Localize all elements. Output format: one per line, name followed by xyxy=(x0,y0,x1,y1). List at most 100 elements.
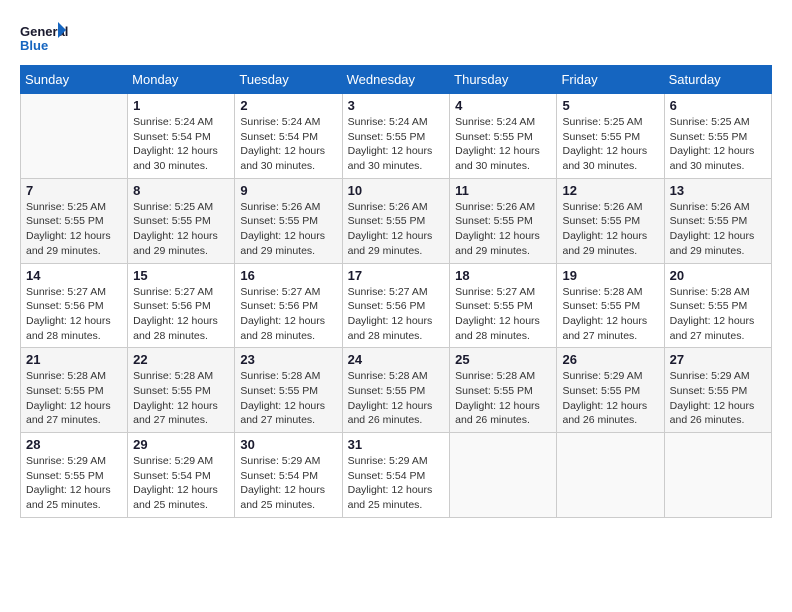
day-number: 31 xyxy=(348,437,445,452)
day-of-week-friday: Friday xyxy=(557,66,664,94)
calendar-cell: 4 Sunrise: 5:24 AMSunset: 5:55 PMDaylight… xyxy=(450,94,557,179)
calendar-cell: 7 Sunrise: 5:25 AMSunset: 5:55 PMDaylight… xyxy=(21,178,128,263)
day-number: 25 xyxy=(455,352,551,367)
day-info: Sunrise: 5:24 AMSunset: 5:55 PMDaylight:… xyxy=(455,115,551,174)
logo: GeneralBlue xyxy=(20,20,70,55)
day-number: 26 xyxy=(562,352,658,367)
calendar-cell: 6 Sunrise: 5:25 AMSunset: 5:55 PMDaylight… xyxy=(664,94,771,179)
day-number: 1 xyxy=(133,98,229,113)
day-number: 10 xyxy=(348,183,445,198)
calendar-cell: 16Sunrise: 5:27 AMSunset: 5:56 PMDayligh… xyxy=(235,263,342,348)
day-number: 6 xyxy=(670,98,766,113)
days-of-week-row: SundayMondayTuesdayWednesdayThursdayFrid… xyxy=(21,66,772,94)
calendar-cell: 12 Sunrise: 5:26 AMSunset: 5:55 PMDayligh… xyxy=(557,178,664,263)
day-info: Sunrise: 5:27 AMSunset: 5:55 PMDaylight:… xyxy=(455,285,551,344)
day-of-week-wednesday: Wednesday xyxy=(342,66,450,94)
day-info: Sunrise: 5:26 AMSunset: 5:55 PMDaylight:… xyxy=(562,200,658,259)
day-of-week-monday: Monday xyxy=(128,66,235,94)
day-info: Sunrise: 5:28 AMSunset: 5:55 PMDaylight:… xyxy=(348,369,445,428)
day-info: Sunrise: 5:25 AMSunset: 5:55 PMDaylight:… xyxy=(133,200,229,259)
day-number: 15 xyxy=(133,268,229,283)
day-number: 12 xyxy=(562,183,658,198)
logo-svg: GeneralBlue xyxy=(20,20,70,55)
calendar-cell: 11 Sunrise: 5:26 AMSunset: 5:55 PMDayligh… xyxy=(450,178,557,263)
calendar-cell: 25 Sunrise: 5:28 AMSunset: 5:55 PMDayligh… xyxy=(450,348,557,433)
day-info: Sunrise: 5:29 AMSunset: 5:54 PMDaylight:… xyxy=(348,454,445,513)
day-info: Sunrise: 5:28 AMSunset: 5:55 PMDaylight:… xyxy=(240,369,336,428)
calendar-cell: 13 Sunrise: 5:26 AMSunset: 5:55 PMDayligh… xyxy=(664,178,771,263)
day-number: 18 xyxy=(455,268,551,283)
day-info: Sunrise: 5:28 AMSunset: 5:55 PMDaylight:… xyxy=(455,369,551,428)
day-info: Sunrise: 5:27 AMSunset: 5:56 PMDaylight:… xyxy=(240,285,336,344)
week-row-2: 7 Sunrise: 5:25 AMSunset: 5:55 PMDaylight… xyxy=(21,178,772,263)
calendar-cell xyxy=(21,94,128,179)
day-number: 14 xyxy=(26,268,122,283)
day-info: Sunrise: 5:26 AMSunset: 5:55 PMDaylight:… xyxy=(455,200,551,259)
svg-text:Blue: Blue xyxy=(20,38,48,53)
day-number: 2 xyxy=(240,98,336,113)
day-number: 20 xyxy=(670,268,766,283)
day-info: Sunrise: 5:26 AMSunset: 5:55 PMDaylight:… xyxy=(240,200,336,259)
day-number: 22 xyxy=(133,352,229,367)
day-info: Sunrise: 5:29 AMSunset: 5:54 PMDaylight:… xyxy=(240,454,336,513)
day-info: Sunrise: 5:29 AMSunset: 5:54 PMDaylight:… xyxy=(133,454,229,513)
day-of-week-thursday: Thursday xyxy=(450,66,557,94)
calendar-cell xyxy=(557,433,664,518)
week-row-5: 28 Sunrise: 5:29 AMSunset: 5:55 PMDayligh… xyxy=(21,433,772,518)
day-info: Sunrise: 5:24 AMSunset: 5:54 PMDaylight:… xyxy=(240,115,336,174)
calendar-cell: 2 Sunrise: 5:24 AMSunset: 5:54 PMDaylight… xyxy=(235,94,342,179)
calendar-cell: 24 Sunrise: 5:28 AMSunset: 5:55 PMDayligh… xyxy=(342,348,450,433)
day-info: Sunrise: 5:26 AMSunset: 5:55 PMDaylight:… xyxy=(348,200,445,259)
calendar-cell: 5Sunrise: 5:25 AMSunset: 5:55 PMDaylight… xyxy=(557,94,664,179)
day-info: Sunrise: 5:28 AMSunset: 5:55 PMDaylight:… xyxy=(670,285,766,344)
day-number: 3 xyxy=(348,98,445,113)
calendar-cell: 28 Sunrise: 5:29 AMSunset: 5:55 PMDayligh… xyxy=(21,433,128,518)
day-info: Sunrise: 5:29 AMSunset: 5:55 PMDaylight:… xyxy=(562,369,658,428)
day-number: 8 xyxy=(133,183,229,198)
day-number: 4 xyxy=(455,98,551,113)
day-info: Sunrise: 5:25 AMSunset: 5:55 PMDaylight:… xyxy=(670,115,766,174)
calendar-cell: 3 Sunrise: 5:24 AMSunset: 5:55 PMDaylight… xyxy=(342,94,450,179)
calendar-cell: 29 Sunrise: 5:29 AMSunset: 5:54 PMDayligh… xyxy=(128,433,235,518)
day-number: 24 xyxy=(348,352,445,367)
day-number: 7 xyxy=(26,183,122,198)
day-info: Sunrise: 5:27 AMSunset: 5:56 PMDaylight:… xyxy=(348,285,445,344)
day-number: 29 xyxy=(133,437,229,452)
calendar-cell: 17 Sunrise: 5:27 AMSunset: 5:56 PMDayligh… xyxy=(342,263,450,348)
day-info: Sunrise: 5:28 AMSunset: 5:55 PMDaylight:… xyxy=(133,369,229,428)
day-number: 19 xyxy=(562,268,658,283)
day-of-week-sunday: Sunday xyxy=(21,66,128,94)
calendar-cell: 30 Sunrise: 5:29 AMSunset: 5:54 PMDayligh… xyxy=(235,433,342,518)
day-info: Sunrise: 5:25 AMSunset: 5:55 PMDaylight:… xyxy=(26,200,122,259)
day-number: 5 xyxy=(562,98,658,113)
day-info: Sunrise: 5:24 AMSunset: 5:54 PMDaylight:… xyxy=(133,115,229,174)
calendar-cell: 21Sunrise: 5:28 AMSunset: 5:55 PMDayligh… xyxy=(21,348,128,433)
day-info: Sunrise: 5:29 AMSunset: 5:55 PMDaylight:… xyxy=(26,454,122,513)
day-number: 27 xyxy=(670,352,766,367)
calendar-cell: 9 Sunrise: 5:26 AMSunset: 5:55 PMDaylight… xyxy=(235,178,342,263)
calendar-cell: 14 Sunrise: 5:27 AMSunset: 5:56 PMDayligh… xyxy=(21,263,128,348)
day-info: Sunrise: 5:27 AMSunset: 5:56 PMDaylight:… xyxy=(26,285,122,344)
calendar-cell: 23 Sunrise: 5:28 AMSunset: 5:55 PMDayligh… xyxy=(235,348,342,433)
day-of-week-saturday: Saturday xyxy=(664,66,771,94)
day-info: Sunrise: 5:24 AMSunset: 5:55 PMDaylight:… xyxy=(348,115,445,174)
calendar-cell: 8 Sunrise: 5:25 AMSunset: 5:55 PMDaylight… xyxy=(128,178,235,263)
day-info: Sunrise: 5:26 AMSunset: 5:55 PMDaylight:… xyxy=(670,200,766,259)
calendar-cell: 18 Sunrise: 5:27 AMSunset: 5:55 PMDayligh… xyxy=(450,263,557,348)
calendar-table: SundayMondayTuesdayWednesdayThursdayFrid… xyxy=(20,65,772,518)
calendar-cell: 15Sunrise: 5:27 AMSunset: 5:56 PMDayligh… xyxy=(128,263,235,348)
day-number: 28 xyxy=(26,437,122,452)
calendar-cell: 26 Sunrise: 5:29 AMSunset: 5:55 PMDayligh… xyxy=(557,348,664,433)
day-number: 11 xyxy=(455,183,551,198)
calendar-cell: 20 Sunrise: 5:28 AMSunset: 5:55 PMDayligh… xyxy=(664,263,771,348)
header: GeneralBlue xyxy=(20,20,772,55)
week-row-1: 1 Sunrise: 5:24 AMSunset: 5:54 PMDaylight… xyxy=(21,94,772,179)
day-number: 9 xyxy=(240,183,336,198)
day-number: 17 xyxy=(348,268,445,283)
day-info: Sunrise: 5:28 AMSunset: 5:55 PMDaylight:… xyxy=(562,285,658,344)
day-number: 21 xyxy=(26,352,122,367)
day-number: 23 xyxy=(240,352,336,367)
day-number: 13 xyxy=(670,183,766,198)
calendar-cell: 22 Sunrise: 5:28 AMSunset: 5:55 PMDayligh… xyxy=(128,348,235,433)
day-number: 30 xyxy=(240,437,336,452)
